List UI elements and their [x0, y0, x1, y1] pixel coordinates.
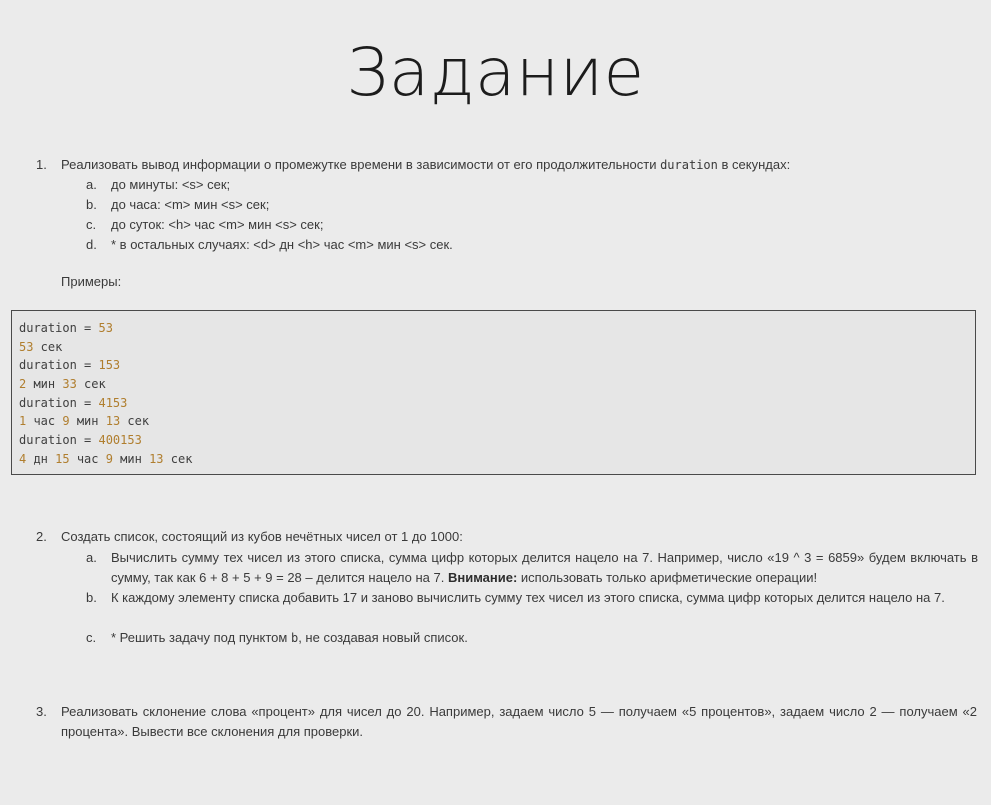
- code-number: 4153: [98, 396, 128, 410]
- code-number: 13: [149, 452, 164, 466]
- code-text: сек: [120, 414, 150, 428]
- subitem-letter: d.: [86, 237, 97, 252]
- code-number: 153: [98, 358, 121, 372]
- code-text: мин: [112, 452, 150, 466]
- code-text: duration =: [19, 433, 99, 447]
- code-text: duration =: [19, 321, 99, 335]
- examples-label: Примеры:: [61, 274, 122, 289]
- task-1-code-word: duration: [660, 158, 718, 172]
- code-text: duration =: [19, 358, 99, 372]
- task-2-number: 2.: [36, 529, 47, 544]
- code-number: 9: [62, 414, 70, 428]
- code-number: 13: [105, 414, 121, 428]
- code-line: 53 сек: [19, 338, 62, 356]
- subitem-letter: a.: [86, 177, 97, 192]
- subitem-letter: b.: [86, 197, 97, 212]
- task-1-text: Реализовать вывод информации о промежутк…: [61, 155, 976, 175]
- task-3-number: 3.: [36, 704, 47, 719]
- task-1-text-before: Реализовать вывод информации о промежутк…: [61, 157, 661, 172]
- code-text: duration =: [19, 396, 99, 410]
- subitem-text-before: * Решить задачу под пунктом: [111, 630, 291, 645]
- subitem-letter: c.: [86, 630, 97, 645]
- code-number: 9: [105, 452, 113, 466]
- subitem-text: до суток: <h> час <m> мин <s> сек;: [111, 217, 324, 232]
- code-line: duration = 4153: [19, 394, 127, 412]
- code-text: мин: [26, 377, 63, 391]
- code-line: 2 мин 33 сек: [19, 375, 106, 393]
- task-1-text-after: в секундах:: [717, 157, 791, 172]
- subitem-text: * в остальных случаях: <d> дн <h> час <m…: [111, 237, 453, 252]
- task-2-text: Создать список, состоящий из кубов нечёт…: [61, 529, 463, 544]
- subitem-text: * Решить задачу под пунктом b, не создав…: [111, 628, 468, 648]
- subitem-text-after: , не создавая новый список.: [298, 630, 468, 645]
- code-line: duration = 400153: [19, 431, 142, 449]
- code-line: duration = 53: [19, 319, 113, 337]
- code-text: сек: [76, 377, 106, 391]
- code-text: час: [69, 452, 106, 466]
- code-text: сек: [163, 452, 193, 466]
- page-title: Задание: [346, 34, 645, 111]
- code-line: 1 час 9 мин 13 сек: [19, 412, 149, 430]
- code-line: duration = 153: [19, 356, 120, 374]
- code-line: 4 дн 15 час 9 мин 13 сек: [19, 450, 192, 468]
- subitem-text: до минуты: <s> сек;: [111, 177, 231, 192]
- code-number: 15: [55, 452, 70, 466]
- code-text: сек: [33, 340, 63, 354]
- code-text: час: [26, 414, 63, 428]
- task-3-text: Реализовать склонение слова «процент» дл…: [61, 704, 977, 739]
- subitem-letter: c.: [86, 217, 97, 232]
- code-text: дн: [26, 452, 56, 466]
- subitem-letter: a.: [86, 550, 97, 565]
- subitem-text: до часа: <m> мин <s> сек;: [111, 197, 270, 212]
- code-example-block: duration = 53 53 сек duration = 153 2 ми…: [11, 310, 976, 475]
- subitem-text-after: использовать только арифметические опера…: [517, 570, 818, 585]
- task-1-number: 1.: [36, 157, 47, 172]
- subitem-text: К каждому элементу списка добавить 17 и …: [111, 590, 945, 605]
- code-number: 33: [62, 377, 77, 391]
- subitem-letter: b.: [86, 590, 97, 605]
- subitem-text: Вычислить сумму тех чисел из этого списк…: [111, 548, 978, 588]
- code-number: 400153: [98, 433, 142, 447]
- code-number: 53: [98, 321, 113, 335]
- code-number: 53: [19, 340, 34, 354]
- attention-label: Внимание:: [447, 570, 518, 585]
- code-text: мин: [69, 414, 106, 428]
